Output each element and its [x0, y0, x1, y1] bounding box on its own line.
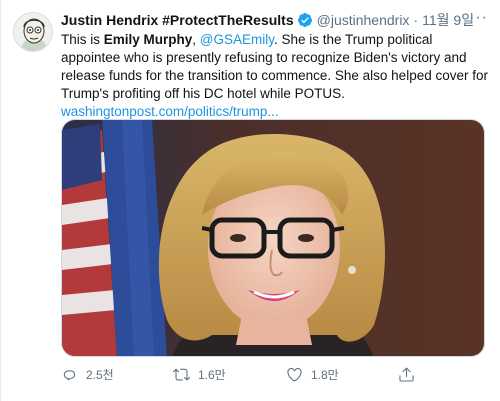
- mention-link[interactable]: @GSAEmily: [200, 32, 274, 47]
- tweet-photo[interactable]: [61, 119, 485, 357]
- retweet-icon: [173, 368, 190, 381]
- avatar[interactable]: [13, 12, 53, 52]
- more-icon[interactable]: ···: [469, 10, 488, 26]
- heart-icon: [287, 367, 302, 382]
- reply-button[interactable]: 2.5천: [61, 366, 114, 383]
- author-name[interactable]: Justin Hendrix #ProtectTheResults: [61, 12, 294, 28]
- reply-count: 2.5천: [86, 368, 114, 382]
- action-bar: 2.5천 1.6만 1.8만: [61, 366, 491, 386]
- tweet-header: Justin Hendrix #ProtectTheResults @justi…: [61, 10, 491, 30]
- like-count: 1.8만: [311, 368, 339, 382]
- header-separator: ·: [413, 12, 419, 28]
- bold-name: Emily Murphy: [103, 32, 193, 47]
- share-button[interactable]: [398, 366, 423, 383]
- avatar-cartoon-icon: [14, 13, 52, 51]
- tweet-text: This is Emily Murphy, @GSAEmily. She is …: [61, 31, 491, 121]
- retweet-button[interactable]: 1.6만: [173, 366, 226, 383]
- portrait-photo-icon: [62, 120, 484, 356]
- tweet-text-intro: This is: [61, 32, 104, 47]
- tweet-card[interactable]: Justin Hendrix #ProtectTheResults @justi…: [0, 0, 500, 401]
- author-handle[interactable]: @justinhendrix: [317, 12, 410, 28]
- reply-icon: [63, 370, 76, 381]
- article-link[interactable]: washingtonpost.com/politics/trump...: [61, 104, 279, 119]
- like-button[interactable]: 1.8만: [286, 366, 339, 383]
- verified-badge-icon: [297, 12, 313, 28]
- tweet-text-comma: ,: [192, 32, 200, 47]
- retweet-count: 1.6만: [198, 368, 226, 382]
- tweet-date[interactable]: 11월 9일: [422, 10, 474, 30]
- share-icon: [399, 367, 414, 382]
